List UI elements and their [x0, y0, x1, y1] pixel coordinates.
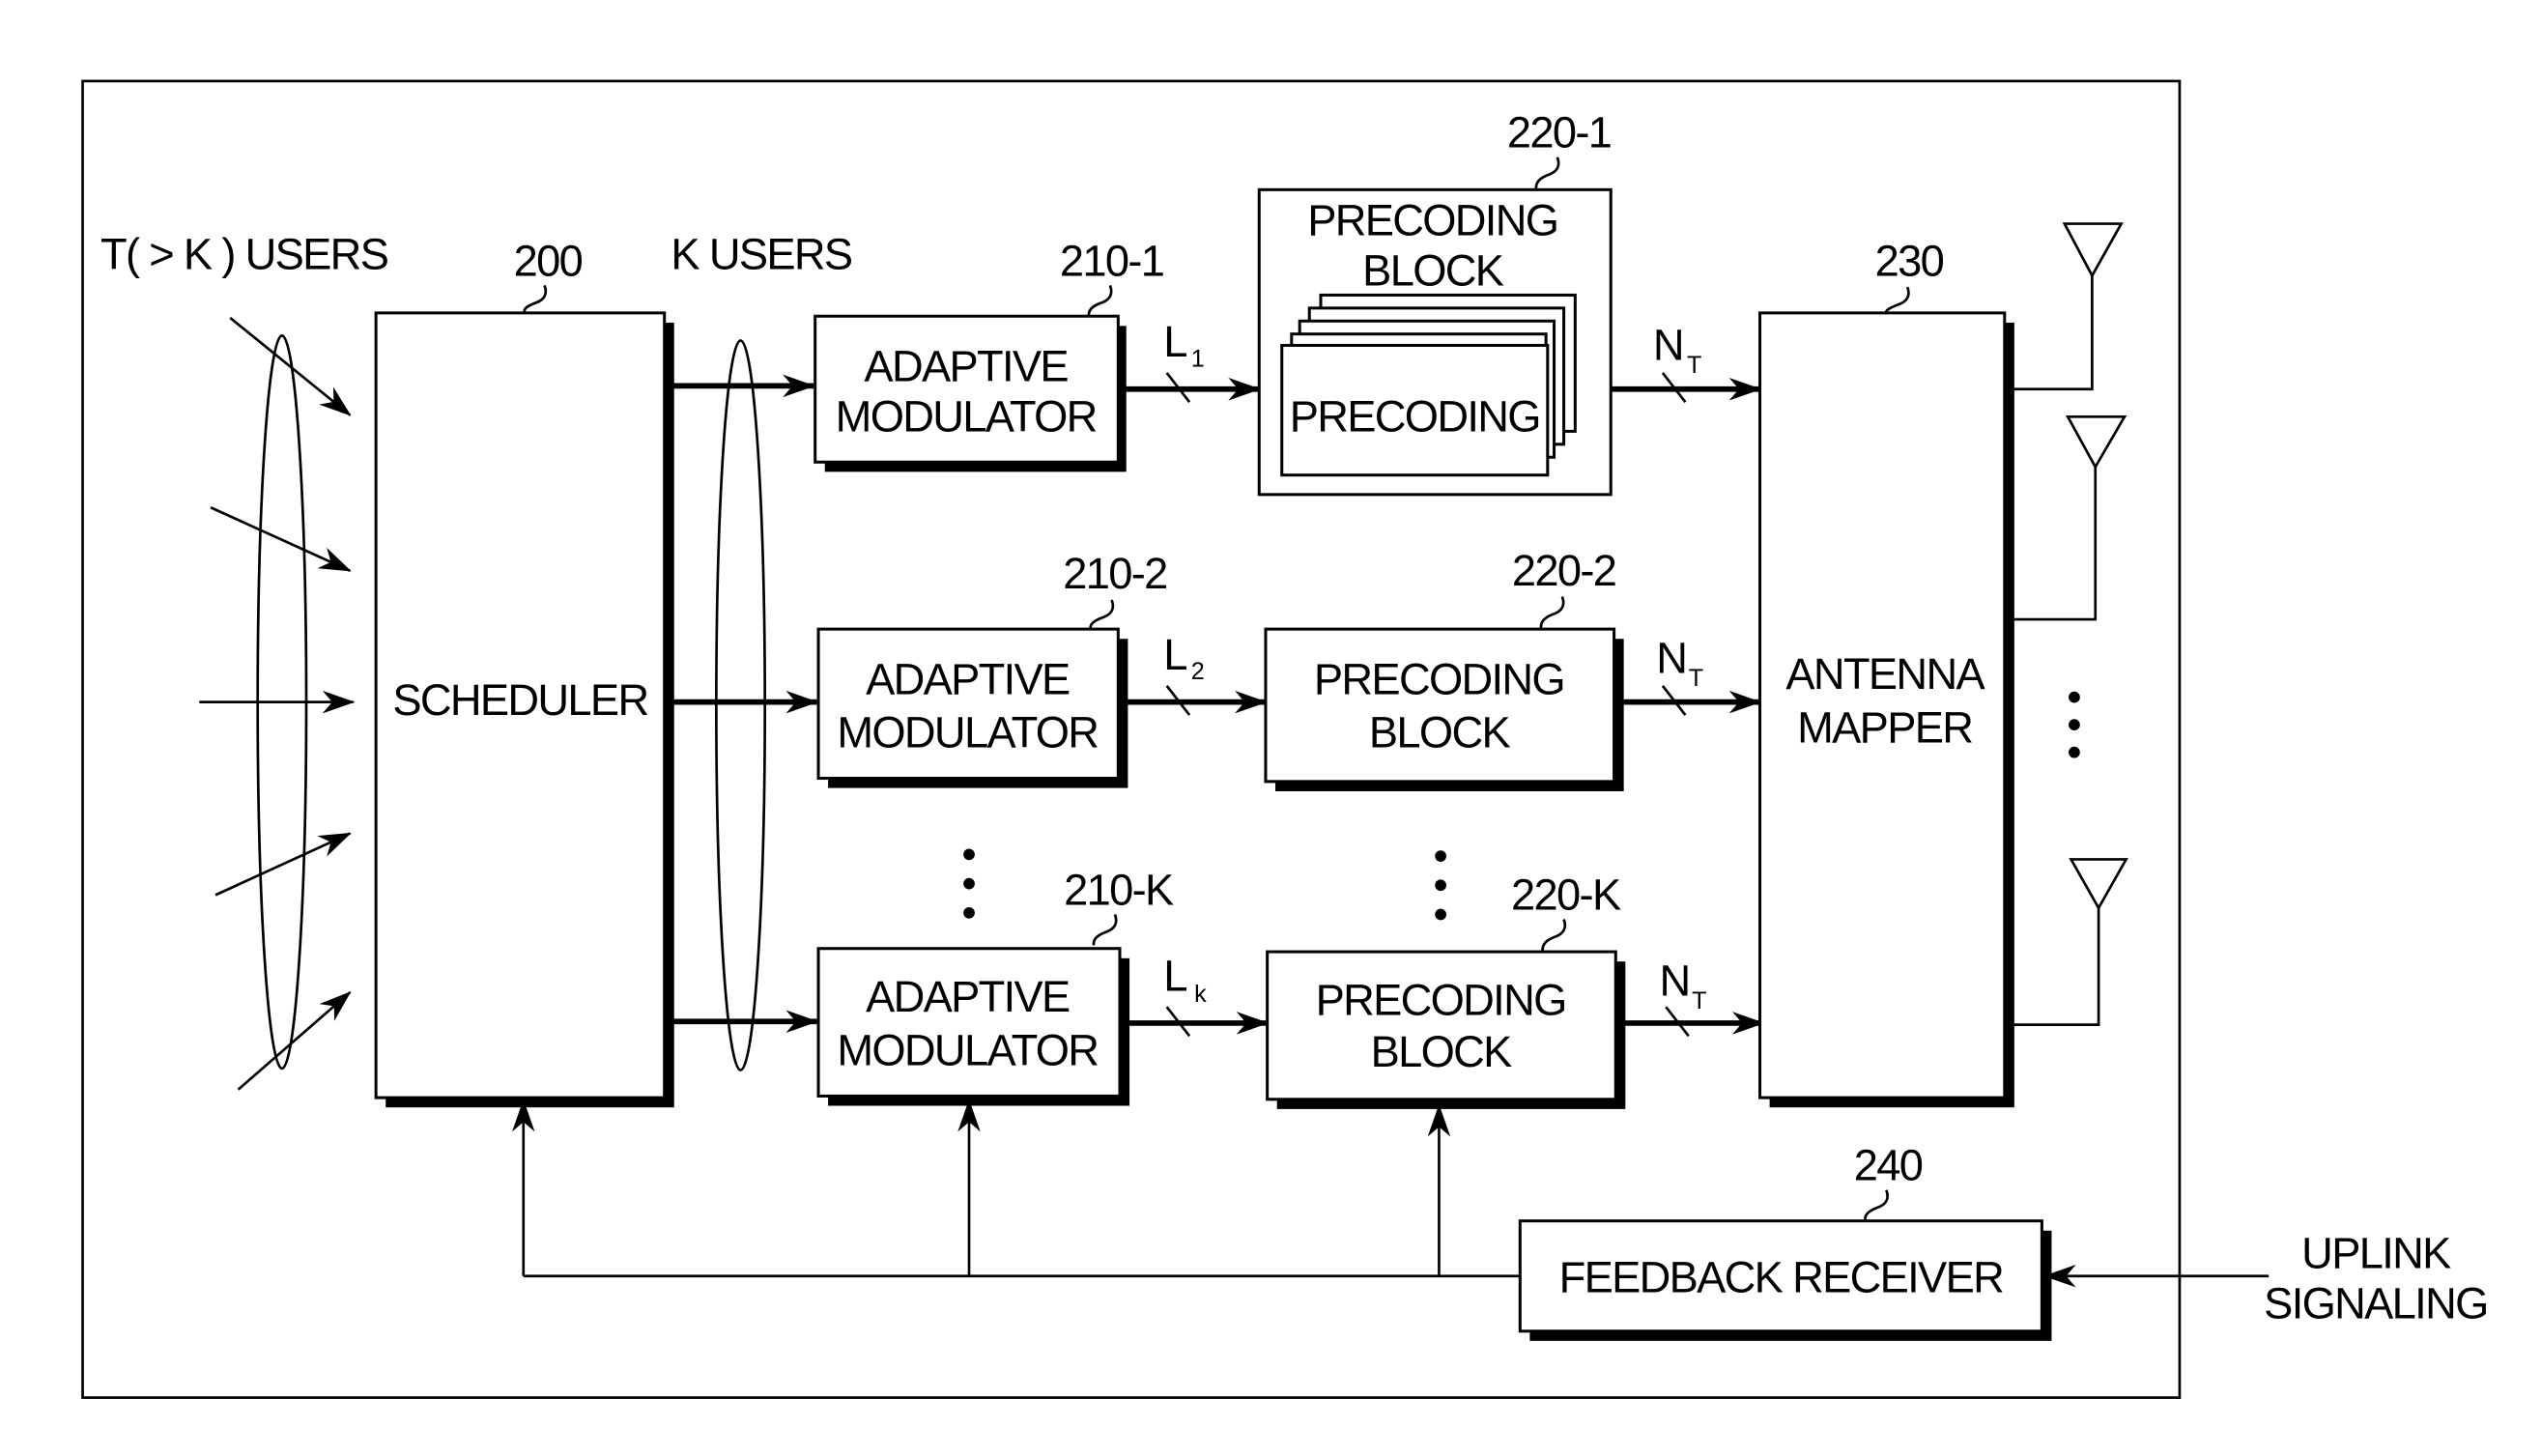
scheduler-ref: 200: [514, 236, 583, 285]
precoding-block-2-line1: PRECODING: [1314, 654, 1564, 703]
adaptive-modulator-2-ref: 210-2: [1063, 549, 1166, 598]
stream-l1-sub: 1: [1191, 345, 1205, 372]
adaptive-modulator-k: ADAPTIVE MODULATOR: [816, 947, 1130, 1106]
precoding-inner-label: PRECODING: [1290, 391, 1540, 441]
adaptive-modulator-1-ref: 210-1: [1060, 236, 1163, 285]
input-arrow: [210, 506, 352, 572]
feedback-receiver-ref: 240: [1854, 1141, 1923, 1190]
precoding-block-2-line2: BLOCK: [1369, 708, 1511, 757]
selected-users-group: [715, 339, 767, 1071]
antenna-mapper-ref: 230: [1875, 236, 1944, 285]
selected-users-label: K USERS: [671, 230, 851, 279]
antenna-mapper-block: ANTENNA MAPPER: [1758, 311, 2014, 1108]
precoding-block-1-ref: 220-1: [1507, 108, 1611, 157]
stream-nt-1: N T: [1611, 321, 1762, 404]
stream-nt-2: N T: [1613, 633, 1762, 716]
stream-lk-sub: k: [1194, 981, 1207, 1008]
precoding-block-2: PRECODING BLOCK: [1264, 627, 1624, 791]
stream-nt-k-label: N: [1660, 956, 1690, 1005]
precoding-block-k-leader: [1541, 919, 1567, 953]
precoding-block-1-line1: PRECODING: [1307, 195, 1557, 244]
stream-nt-k: N T: [1615, 956, 1765, 1038]
stream-nt-2-sub: T: [1689, 665, 1703, 692]
adaptive-modulator-2-line2: MODULATOR: [837, 708, 1098, 757]
precoding-block-k: PRECODING BLOCK: [1266, 950, 1626, 1109]
stream-nt-1-sub: T: [1687, 352, 1701, 379]
adaptive-modulator-k-ref: 210-K: [1064, 865, 1174, 914]
adaptive-modulator-2-leader: [1089, 599, 1115, 630]
adaptive-modulator-k-leader: [1092, 914, 1118, 946]
precoding-block-1: PRECODING BLOCK PRECODING: [1257, 187, 1613, 497]
feedback-bus: [512, 1099, 1521, 1278]
stream-nt-1-label: N: [1653, 321, 1683, 370]
precoding-block-k-ref: 220-K: [1511, 870, 1621, 919]
precoding-block-k-line2: BLOCK: [1371, 1027, 1513, 1076]
adaptive-modulator-1-line1: ADAPTIVE: [864, 341, 1068, 390]
input-arrow: [237, 990, 352, 1091]
adaptive-modulator-k-line2: MODULATOR: [837, 1026, 1098, 1075]
antenna-mapper-leader: [1884, 286, 1910, 314]
antenna-icon: [2013, 222, 2124, 391]
feedback-receiver-leader: [1864, 1189, 1889, 1221]
scheduler-label: SCHEDULER: [392, 675, 647, 725]
stream-lk: L k: [1120, 951, 1270, 1038]
input-users-label: T( > K ) USERS: [100, 230, 388, 279]
vertical-ellipsis-icon: [2069, 691, 2080, 758]
precoding-block-k-line1: PRECODING: [1316, 976, 1566, 1025]
antenna-mapper-line1: ANTENNA: [1785, 649, 1985, 699]
scheduler-leader: [523, 284, 548, 314]
uplink-label-line1: UPLINK: [2301, 1228, 2451, 1277]
adaptive-modulator-1: ADAPTIVE MODULATOR: [814, 314, 1127, 472]
precoding-block-2-leader: [1539, 596, 1565, 630]
input-arrow: [229, 316, 352, 416]
adaptive-modulator-1-leader: [1087, 284, 1113, 317]
vertical-ellipsis-icon: [963, 848, 975, 919]
scheduler-block: SCHEDULER: [374, 311, 674, 1108]
adaptive-modulator-k-line1: ADAPTIVE: [866, 972, 1070, 1021]
feedback-receiver-label: FEEDBACK RECEIVER: [1559, 1252, 2004, 1301]
input-arrow: [214, 832, 352, 897]
precoding-block-1-leader: [1534, 157, 1560, 190]
feedback-receiver-block: FEEDBACK RECEIVER: [1518, 1219, 2052, 1341]
precoding-block-1-line2: BLOCK: [1362, 245, 1504, 295]
input-arrows: [199, 316, 356, 1091]
precoding-block-2-ref: 220-2: [1512, 546, 1615, 595]
block-diagram: T( > K ) USERS K USERS SCHEDULER 200 ADA…: [81, 79, 2489, 1399]
stream-nt-k-sub: T: [1692, 987, 1706, 1014]
uplink-label-line2: SIGNALING: [2264, 1278, 2487, 1328]
antenna-mapper-line2: MAPPER: [1797, 703, 1972, 753]
stream-l2-label: L: [1163, 630, 1186, 679]
stream-l2-sub: 2: [1191, 658, 1205, 685]
antenna-icon: [2013, 414, 2127, 621]
stream-l1: L 1: [1118, 317, 1261, 404]
vertical-ellipsis-icon: [1435, 850, 1446, 921]
stream-l1-label: L: [1163, 317, 1186, 366]
adaptive-modulator-2-line1: ADAPTIVE: [866, 654, 1070, 703]
adaptive-modulator-1-line2: MODULATOR: [836, 391, 1097, 441]
adaptive-modulator-2: ADAPTIVE MODULATOR: [816, 627, 1128, 788]
precoding-stack: PRECODING: [1280, 293, 1577, 477]
stream-l2: L 2: [1118, 630, 1268, 716]
stream-nt-2-label: N: [1656, 633, 1686, 682]
stream-lk-label: L: [1163, 951, 1186, 1000]
antenna-icon: [2013, 858, 2128, 1026]
